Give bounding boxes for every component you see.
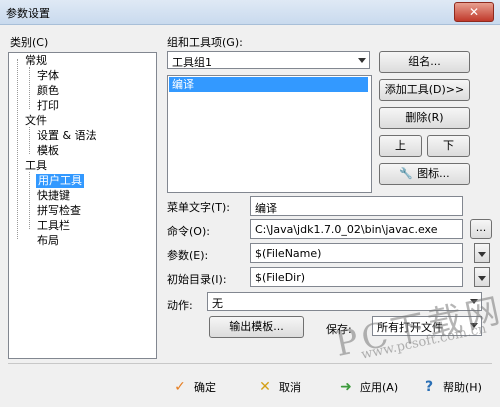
tree-item-user-tools[interactable]: 用户工具: [36, 174, 84, 188]
delete-button[interactable]: 删除(R): [379, 107, 470, 129]
browse-button[interactable]: ...: [470, 219, 492, 239]
init-dir-label: 初始目录(I):: [167, 273, 227, 286]
chevron-down-icon: [478, 252, 486, 257]
category-tree[interactable]: 常规 字体 颜色 打印 文件 设置 & 语法 模板 工具 用户工具 快捷键 拼写…: [8, 52, 157, 359]
cancel-button[interactable]: ✕ 取消: [257, 374, 301, 400]
command-field[interactable]: C:\Java\jdk1.7.0_02\bin\javac.exe: [250, 219, 463, 239]
group-name-button[interactable]: 组名...: [379, 51, 470, 73]
tree-item-settings-syntax[interactable]: 设置 & 语法: [37, 129, 97, 143]
tree-item-tools[interactable]: 工具: [25, 159, 47, 173]
tree-guide-line: [29, 172, 30, 229]
init-dir-field[interactable]: $(FileDir): [250, 267, 463, 287]
move-up-button[interactable]: 上: [379, 135, 422, 157]
footer-separator: [8, 363, 492, 364]
cancel-button-label: 取消: [279, 381, 301, 394]
tree-item-general[interactable]: 常规: [25, 54, 47, 68]
output-template-button[interactable]: 输出模板...: [209, 316, 304, 338]
group-select-value: 工具组1: [172, 56, 212, 69]
checkmark-icon: ✓: [174, 379, 186, 395]
group-label: 组和工具项(G):: [167, 36, 243, 49]
apply-arrow-icon: ➜: [340, 379, 352, 395]
ok-button-label: 确定: [194, 381, 216, 394]
tree-guide-line: [29, 127, 30, 154]
icon-button-label: 图标...: [417, 167, 450, 180]
init-dir-value: $(FileDir): [255, 271, 306, 284]
args-menu-button[interactable]: [474, 243, 490, 263]
apply-button-label: 应用(A): [360, 381, 399, 394]
ok-button[interactable]: ✓ 确定: [172, 374, 216, 400]
chevron-down-icon: [358, 58, 366, 63]
action-select-value: 无: [212, 297, 223, 310]
tree-item-color[interactable]: 颜色: [37, 84, 59, 98]
tool-list-item[interactable]: 编译: [169, 77, 368, 92]
cross-icon: ✕: [259, 379, 271, 395]
icon-button[interactable]: 🔧 图标...: [379, 163, 470, 185]
menu-text-value: 编译: [255, 202, 277, 215]
menu-text-label: 菜单文字(T):: [167, 201, 231, 214]
tree-guide-line: [29, 67, 30, 109]
group-select[interactable]: 工具组1: [167, 51, 370, 69]
tree-item-template[interactable]: 模板: [37, 144, 59, 158]
help-button-label: 帮助(H): [443, 381, 482, 394]
help-icon: ?: [424, 379, 434, 395]
wrench-icon: 🔧: [399, 167, 414, 180]
command-value: C:\Java\jdk1.7.0_02\bin\javac.exe: [255, 223, 438, 236]
window-title: 参数设置: [6, 7, 50, 20]
chevron-down-icon: [478, 276, 486, 281]
add-tool-button[interactable]: 添加工具(D)>>: [379, 79, 470, 101]
move-down-button[interactable]: 下: [427, 135, 470, 157]
args-value: $(FileName): [255, 247, 322, 260]
tree-item-toolbar[interactable]: 工具栏: [37, 219, 70, 233]
tree-item-file[interactable]: 文件: [25, 114, 47, 128]
tree-item-print[interactable]: 打印: [37, 99, 59, 113]
action-label: 动作:: [167, 299, 193, 312]
tree-item-layout[interactable]: 布局: [37, 234, 59, 248]
command-label: 命令(O):: [167, 225, 210, 238]
category-label: 类别(C): [10, 36, 49, 49]
tree-item-spellcheck[interactable]: 拼写检查: [37, 204, 81, 218]
tree-guide-line: [17, 59, 18, 239]
tool-list[interactable]: 编译: [167, 75, 372, 193]
args-field[interactable]: $(FileName): [250, 243, 463, 263]
help-button[interactable]: ? 帮助(H): [421, 374, 482, 400]
tree-item-font[interactable]: 字体: [37, 69, 59, 83]
apply-button[interactable]: ➜ 应用(A): [338, 374, 398, 400]
title-bar: 参数设置 ✕: [0, 0, 500, 25]
tree-item-shortcuts[interactable]: 快捷键: [37, 189, 70, 203]
args-label: 参数(E):: [167, 249, 209, 262]
menu-text-field[interactable]: 编译: [250, 196, 463, 216]
close-button[interactable]: ✕: [454, 2, 494, 22]
